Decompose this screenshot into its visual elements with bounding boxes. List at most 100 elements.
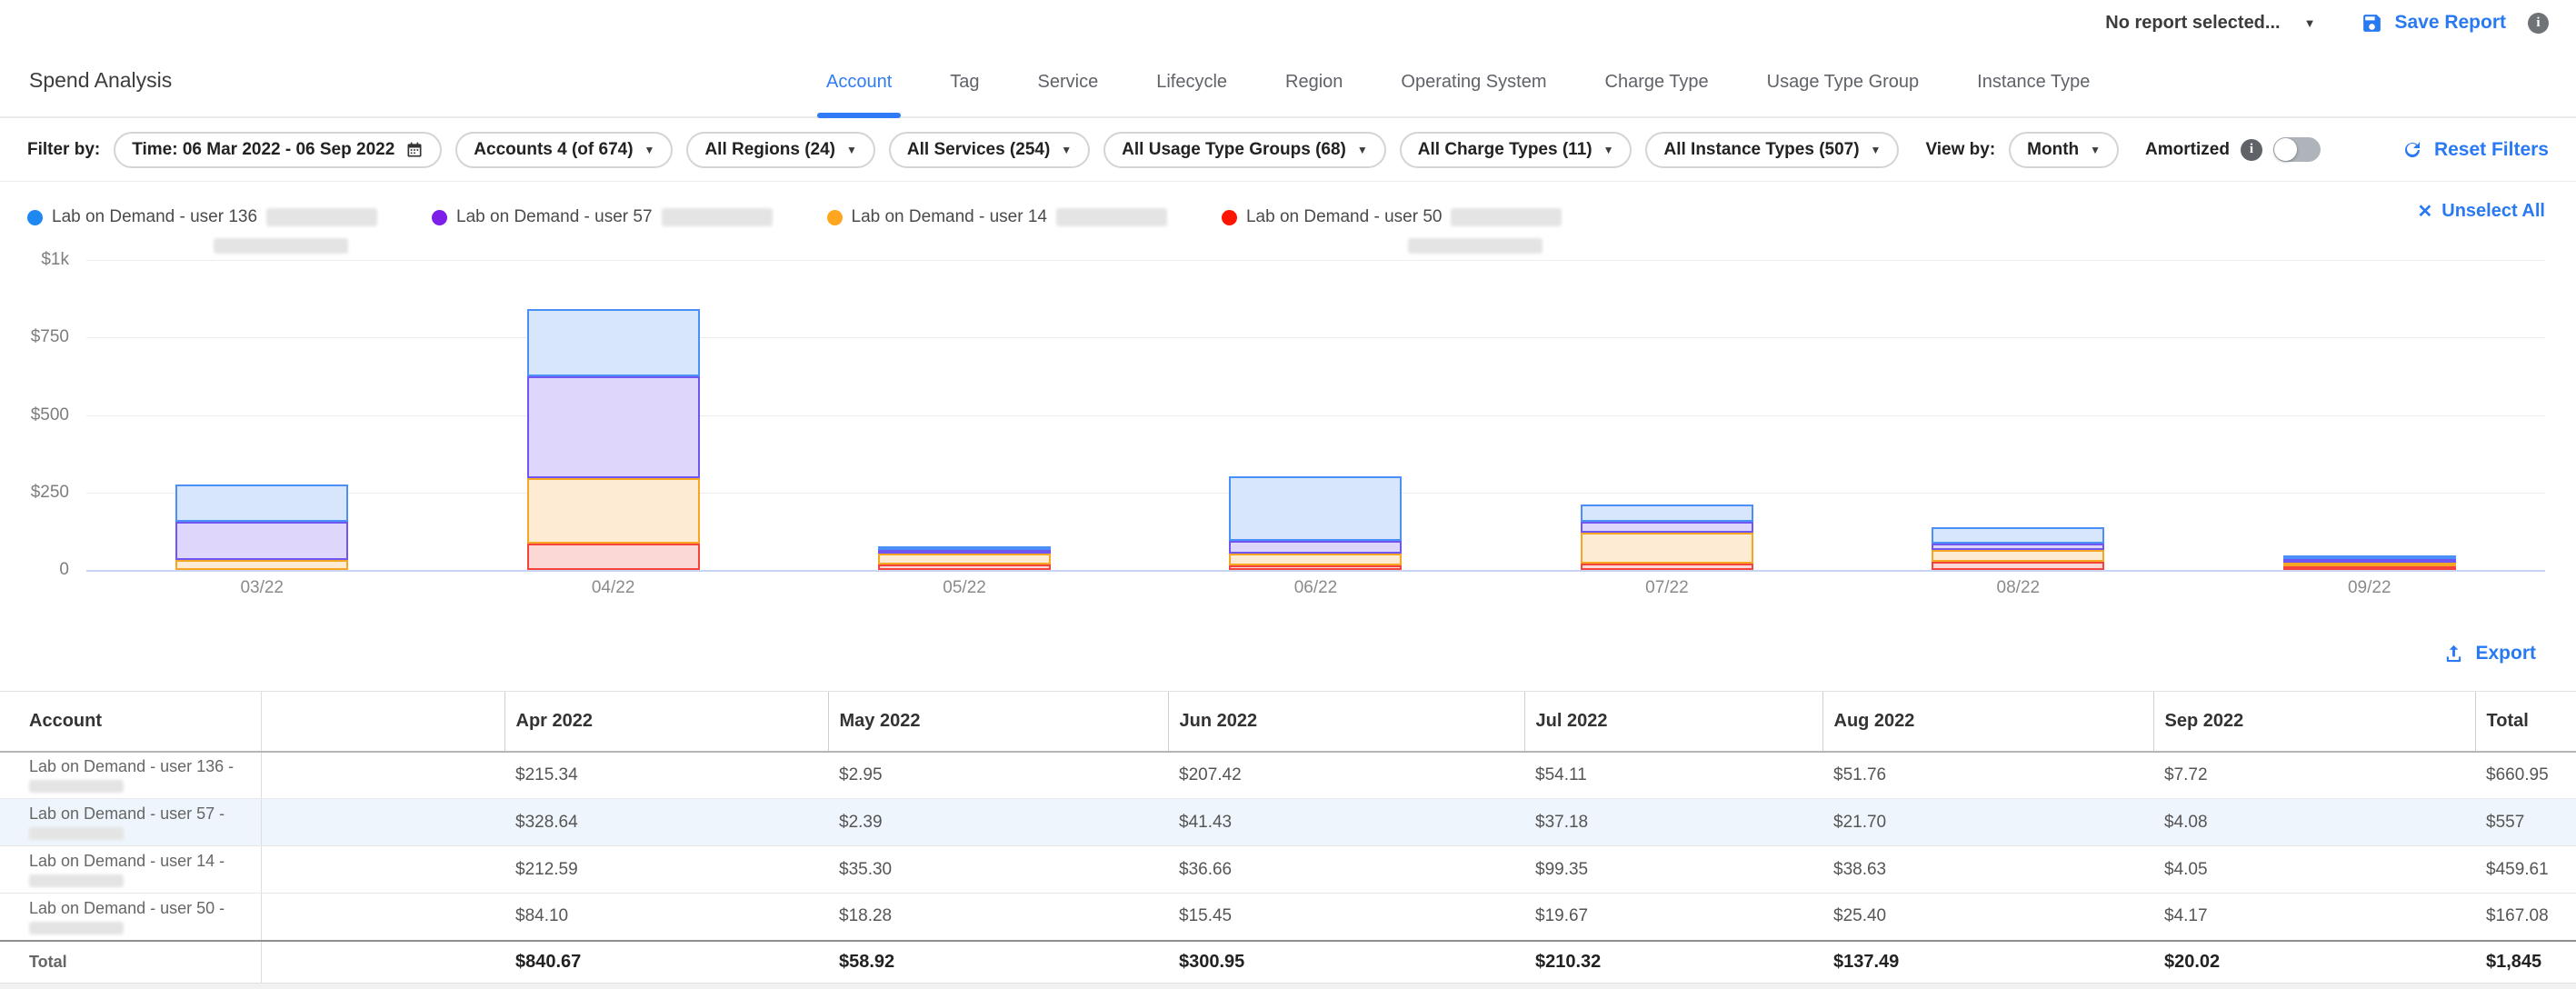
- filter-pill-label: Accounts 4 (of 674): [474, 140, 633, 160]
- total-value-cell: $137.49: [1822, 941, 2153, 984]
- tab-region[interactable]: Region: [1282, 72, 1346, 116]
- y-tick-label: 0: [0, 560, 69, 580]
- unselect-all-label: Unselect All: [2441, 201, 2545, 222]
- legend-dot: [1222, 210, 1237, 225]
- bar-segment-lab-on-demand-user-14: [1932, 550, 2104, 562]
- bar-segment-lab-on-demand-user-14: [1581, 533, 1753, 564]
- bar-03-22[interactable]: [175, 485, 348, 570]
- chart-legend: Lab on Demand - user 136 Lab on Demand - …: [0, 182, 2576, 253]
- value-cell: $99.35: [1524, 846, 1822, 894]
- chart-slot-05-22: [789, 260, 1140, 570]
- filter-pill-all-usage-type-groups-68[interactable]: All Usage Type Groups (68)▼: [1103, 132, 1386, 168]
- legend-label: Lab on Demand - user 14: [852, 207, 1047, 227]
- table-row: Lab on Demand - user 14 -$212.59$35.30$3…: [0, 846, 2576, 894]
- spend-chart: 0$250$500$750$1k 03/2204/2205/2206/2207/…: [0, 253, 2576, 616]
- x-tick-label: 08/22: [1842, 578, 2193, 598]
- total-value-cell: $1,845: [2475, 941, 2576, 984]
- bar-segment-lab-on-demand-user-50: [527, 544, 700, 570]
- legend-item-lab-on-demand-user-57[interactable]: Lab on Demand - user 57: [432, 207, 772, 227]
- view-by-select[interactable]: Month ▼: [2009, 132, 2119, 168]
- bar-04-22[interactable]: [527, 309, 700, 570]
- y-tick-label: $1k: [0, 250, 69, 270]
- value-cell: $25.40: [1822, 894, 2153, 941]
- bar-09-22[interactable]: [2283, 555, 2456, 570]
- value-cell: [261, 894, 504, 941]
- tab-lifecycle[interactable]: Lifecycle: [1153, 72, 1231, 116]
- bar-07-22[interactable]: [1581, 504, 1753, 570]
- legend-item-lab-on-demand-user-136[interactable]: Lab on Demand - user 136: [27, 207, 377, 227]
- tab-charge-type[interactable]: Charge Type: [1602, 72, 1712, 116]
- bar-segment-lab-on-demand-user-50: [2283, 566, 2456, 570]
- legend-label: Lab on Demand - user 136: [52, 207, 257, 227]
- value-cell: $4.08: [2153, 799, 2475, 846]
- export-label: Export: [2475, 643, 2536, 664]
- value-cell: $167.08: [2475, 894, 2576, 941]
- chart-slot-09-22: [2194, 260, 2545, 570]
- value-cell: [261, 752, 504, 799]
- tab-instance-type[interactable]: Instance Type: [1973, 72, 2093, 116]
- redacted-text: [1451, 208, 1562, 226]
- column-header-jul-2022: Jul 2022: [1524, 692, 1822, 752]
- legend-items: Lab on Demand - user 136 Lab on Demand - …: [27, 207, 1562, 227]
- filter-pill-all-charge-types-11[interactable]: All Charge Types (11)▼: [1400, 132, 1632, 168]
- x-tick-label: 03/22: [86, 578, 437, 598]
- time-filter-pill[interactable]: Time: 06 Mar 2022 - 06 Sep 2022: [114, 132, 442, 168]
- redacted-text: [1408, 238, 1543, 254]
- bar-08-22[interactable]: [1932, 527, 2104, 570]
- filter-pill-accounts-4-of-674[interactable]: Accounts 4 (of 674)▼: [455, 132, 673, 168]
- column-header-apr-2022: Apr 2022: [504, 692, 828, 752]
- total-value-cell: $210.32: [1524, 941, 1822, 984]
- amortized-info-icon[interactable]: i: [2241, 139, 2262, 161]
- filter-pill-all-regions-24[interactable]: All Regions (24)▼: [686, 132, 874, 168]
- bottom-scroll-strip[interactable]: [0, 984, 2576, 989]
- value-cell: $459.61: [2475, 846, 2576, 894]
- account-label: Lab on Demand - user 57 -: [29, 804, 254, 823]
- value-cell: $84.10: [504, 894, 828, 941]
- total-value-cell: $300.95: [1168, 941, 1524, 984]
- table-total-row: Total$840.67$58.92$300.95$210.32$137.49$…: [0, 941, 2576, 984]
- bar-05-22[interactable]: [878, 546, 1051, 570]
- filter-by-label: Filter by:: [27, 140, 100, 160]
- export-button[interactable]: Export: [2443, 643, 2536, 664]
- value-cell: $4.05: [2153, 846, 2475, 894]
- total-value-cell: $20.02: [2153, 941, 2475, 984]
- value-cell: $54.11: [1524, 752, 1822, 799]
- filter-pill-all-instance-types-507[interactable]: All Instance Types (507)▼: [1645, 132, 1899, 168]
- legend-label: Lab on Demand - user 57: [456, 207, 652, 227]
- value-cell: $21.70: [1822, 799, 2153, 846]
- tab-operating-system[interactable]: Operating System: [1397, 72, 1550, 116]
- filter-pill-all-services-254[interactable]: All Services (254)▼: [889, 132, 1090, 168]
- total-label-cell: Total: [0, 941, 261, 984]
- chevron-down-icon: ▼: [1871, 144, 1882, 156]
- x-tick-label: 09/22: [2194, 578, 2545, 598]
- info-icon[interactable]: i: [2528, 13, 2549, 34]
- filter-pills: Accounts 4 (of 674)▼All Regions (24)▼All…: [455, 132, 1899, 168]
- tab-account[interactable]: Account: [823, 72, 895, 116]
- amortized-toggle[interactable]: [2273, 137, 2321, 162]
- value-cell: $35.30: [828, 846, 1168, 894]
- tab-service[interactable]: Service: [1034, 72, 1103, 116]
- amortized-control: Amortized i: [2145, 137, 2321, 162]
- page-title: Spend Analysis: [29, 68, 172, 93]
- legend-item-lab-on-demand-user-14[interactable]: Lab on Demand - user 14: [827, 207, 1167, 227]
- chevron-down-icon: ▼: [2304, 16, 2316, 30]
- unselect-all-button[interactable]: ✕ Unselect All: [2417, 200, 2545, 223]
- redacted-text: [662, 208, 773, 226]
- tab-tag[interactable]: Tag: [946, 72, 983, 116]
- tab-usage-type-group[interactable]: Usage Type Group: [1763, 72, 1923, 116]
- filter-bar: Filter by: Time: 06 Mar 2022 - 06 Sep 20…: [0, 118, 2576, 182]
- value-cell: $660.95: [2475, 752, 2576, 799]
- tab-bar: Account Tag Service Lifecycle Region Operatin…: [823, 72, 2093, 116]
- legend-item-lab-on-demand-user-50[interactable]: Lab on Demand - user 50: [1222, 207, 1562, 227]
- redacted-text: [29, 827, 124, 840]
- value-cell: $18.28: [828, 894, 1168, 941]
- reset-filters-button[interactable]: Reset Filters: [2401, 139, 2549, 161]
- value-cell: $212.59: [504, 846, 828, 894]
- bar-segment-lab-on-demand-user-136: [1932, 527, 2104, 544]
- chevron-down-icon: ▼: [1061, 144, 1072, 156]
- report-selector[interactable]: No report selected... ▼: [2105, 13, 2315, 34]
- bar-06-22[interactable]: [1229, 476, 1402, 570]
- save-report-label: Save Report: [2394, 12, 2506, 34]
- column-header-may-2022: May 2022: [828, 692, 1168, 752]
- save-report-button[interactable]: Save Report: [2361, 12, 2506, 35]
